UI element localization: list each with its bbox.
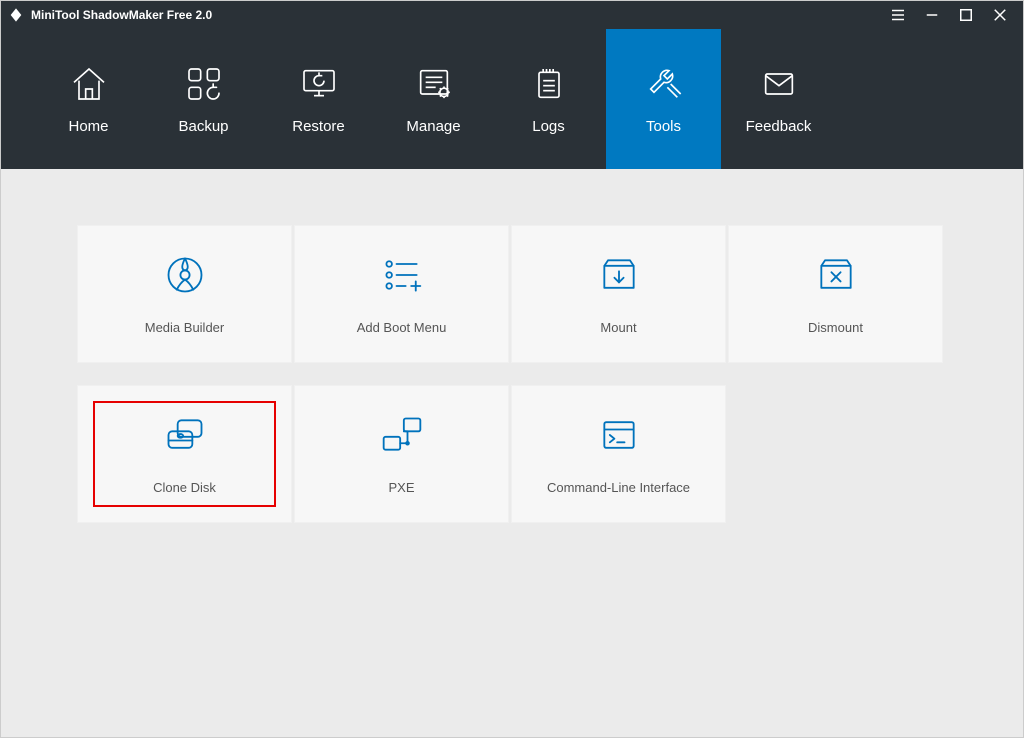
- tile-label: Dismount: [808, 320, 863, 335]
- clone-disk-icon: [163, 413, 207, 462]
- nav-label: Feedback: [746, 118, 812, 135]
- box-x-icon: [814, 253, 858, 302]
- nav-logs[interactable]: Logs: [491, 29, 606, 169]
- tools-grid: Media Builder Add Boot Menu Mount Dismou…: [77, 225, 947, 363]
- nav-label: Manage: [406, 118, 460, 135]
- list-add-icon: [380, 253, 424, 302]
- tile-media-builder[interactable]: Media Builder: [77, 225, 292, 363]
- tile-label: Media Builder: [145, 320, 225, 335]
- tile-mount[interactable]: Mount: [511, 225, 726, 363]
- tile-label: Clone Disk: [153, 480, 216, 495]
- nav-feedback[interactable]: Feedback: [721, 29, 836, 169]
- tile-label: PXE: [388, 480, 414, 495]
- disc-icon: [163, 253, 207, 302]
- box-down-icon: [597, 253, 641, 302]
- nav-restore[interactable]: Restore: [261, 29, 376, 169]
- tile-label: Add Boot Menu: [357, 320, 447, 335]
- title-bar: MiniTool ShadowMaker Free 2.0: [1, 1, 1023, 29]
- tile-command-line[interactable]: Command-Line Interface: [511, 385, 726, 523]
- nav-label: Restore: [292, 118, 345, 135]
- network-icon: [380, 413, 424, 462]
- tile-add-boot-menu[interactable]: Add Boot Menu: [294, 225, 509, 363]
- nav-label: Backup: [178, 118, 228, 135]
- nav-home[interactable]: Home: [31, 29, 146, 169]
- nav-tools[interactable]: Tools: [606, 29, 721, 169]
- main-nav: Home Backup Restore Manage Logs Tools Fe…: [1, 29, 1023, 169]
- minimize-button[interactable]: [915, 1, 949, 29]
- nav-label: Tools: [646, 118, 681, 135]
- tools-grid-row2: Clone Disk PXE Command-Line Interface: [77, 385, 947, 523]
- nav-label: Logs: [532, 118, 565, 135]
- nav-manage[interactable]: Manage: [376, 29, 491, 169]
- nav-backup[interactable]: Backup: [146, 29, 261, 169]
- tile-pxe[interactable]: PXE: [294, 385, 509, 523]
- terminal-icon: [597, 413, 641, 462]
- content-area: Media Builder Add Boot Menu Mount Dismou…: [1, 169, 1023, 737]
- maximize-button[interactable]: [949, 1, 983, 29]
- tile-clone-disk[interactable]: Clone Disk: [77, 385, 292, 523]
- nav-label: Home: [68, 118, 108, 135]
- app-title: MiniTool ShadowMaker Free 2.0: [31, 8, 212, 22]
- tile-label: Command-Line Interface: [547, 480, 690, 495]
- close-button[interactable]: [983, 1, 1017, 29]
- tile-label: Mount: [600, 320, 636, 335]
- app-logo-icon: [7, 6, 25, 24]
- menu-button[interactable]: [881, 1, 915, 29]
- tile-dismount[interactable]: Dismount: [728, 225, 943, 363]
